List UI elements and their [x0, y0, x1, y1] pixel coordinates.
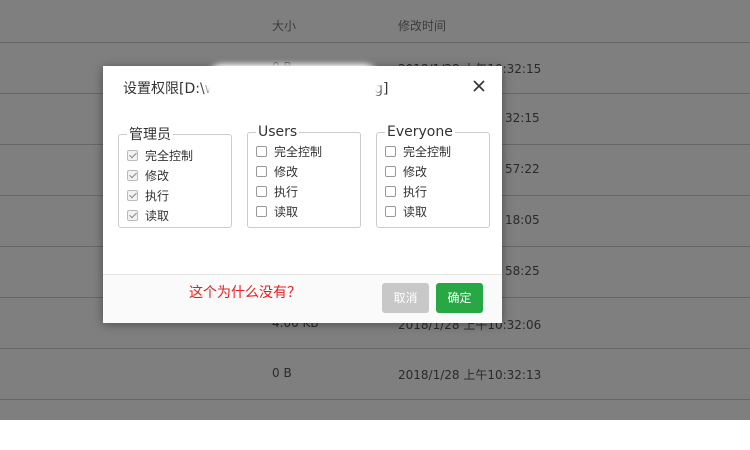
option-full-control[interactable]: 完全控制 [385, 142, 489, 162]
checkbox-icon[interactable] [256, 206, 267, 217]
checkbox-icon[interactable] [127, 150, 138, 161]
option-read[interactable]: 读取 [385, 202, 489, 222]
option-label: 执行 [403, 185, 428, 199]
group-legend: Users [258, 124, 298, 140]
checkbox-icon[interactable] [256, 166, 267, 177]
cancel-button[interactable]: 取消 [382, 283, 429, 313]
dialog-header: 设置权限[D:\w g] [103, 66, 502, 108]
option-full-control[interactable]: 完全控制 [256, 142, 360, 162]
option-read[interactable]: 读取 [127, 206, 231, 226]
checkbox-icon[interactable] [385, 186, 396, 197]
option-label: 修改 [274, 165, 299, 179]
option-label: 执行 [145, 189, 170, 203]
option-label: 完全控制 [403, 145, 452, 159]
checkbox-icon[interactable] [127, 190, 138, 201]
group-legend: Everyone [387, 124, 453, 140]
checkbox-icon[interactable] [127, 170, 138, 181]
group-everyone: Everyone 完全控制 修改 执行 读取 [376, 124, 490, 228]
ok-button[interactable]: 确定 [436, 283, 483, 313]
option-modify[interactable]: 修改 [127, 166, 231, 186]
option-label: 读取 [145, 209, 170, 223]
checkbox-icon[interactable] [385, 146, 396, 157]
checkbox-icon[interactable] [385, 206, 396, 217]
group-legend: 管理员 [129, 127, 171, 143]
option-label: 读取 [274, 205, 299, 219]
checkbox-icon[interactable] [385, 166, 396, 177]
option-label: 读取 [403, 205, 428, 219]
option-execute[interactable]: 执行 [385, 182, 489, 202]
close-icon [473, 80, 485, 92]
option-label: 执行 [274, 185, 299, 199]
group-administrators: 管理员 完全控制 修改 执行 读取 [118, 124, 232, 228]
option-execute[interactable]: 执行 [127, 186, 231, 206]
option-label: 修改 [145, 169, 170, 183]
group-users: Users 完全控制 修改 执行 读取 [247, 124, 361, 228]
dialog-title-text: 设置权限[D:\w [123, 81, 217, 97]
annotation-text: 这个为什么没有？ [189, 285, 301, 301]
option-read[interactable]: 读取 [256, 202, 360, 222]
checkbox-icon[interactable] [127, 210, 138, 221]
checkbox-icon[interactable] [256, 146, 267, 157]
permission-dialog: 设置权限[D:\w g] 管理员 完全控制 修改 执行 读取 Users 完全控制… [103, 66, 502, 323]
close-button[interactable] [469, 76, 489, 96]
option-execute[interactable]: 执行 [256, 182, 360, 202]
option-modify[interactable]: 修改 [256, 162, 360, 182]
option-label: 完全控制 [145, 149, 194, 163]
option-label: 修改 [403, 165, 428, 179]
option-label: 完全控制 [274, 145, 323, 159]
option-full-control[interactable]: 完全控制 [127, 146, 231, 166]
checkbox-icon[interactable] [256, 186, 267, 197]
option-modify[interactable]: 修改 [385, 162, 489, 182]
redacted-path-blur [209, 68, 377, 98]
